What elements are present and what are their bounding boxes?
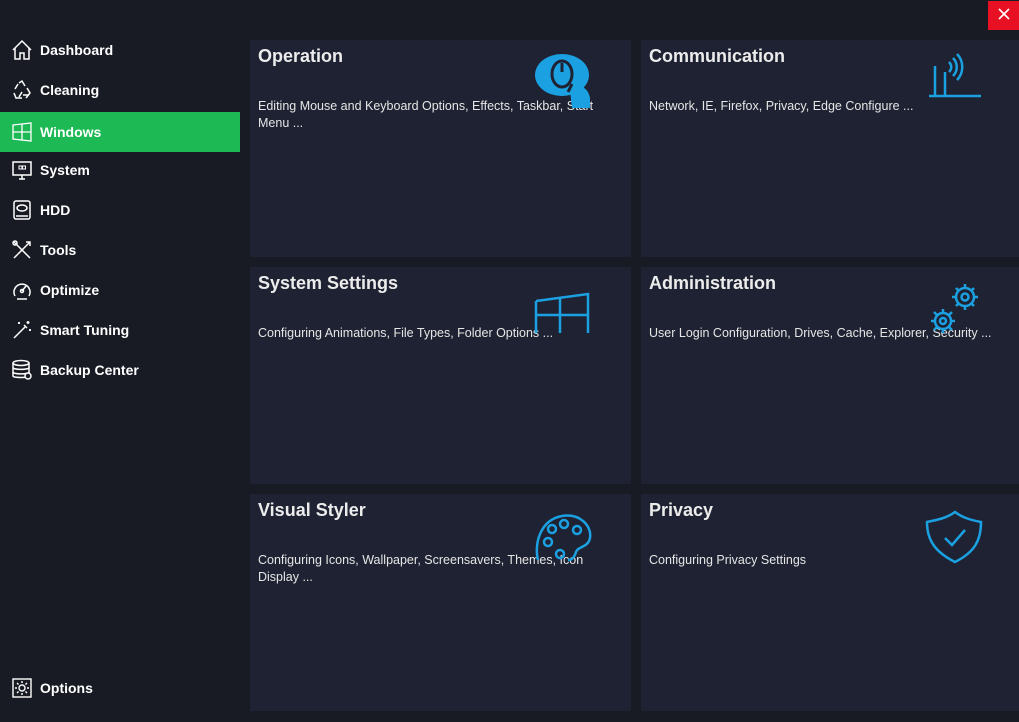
hdd-icon — [10, 198, 34, 222]
sidebar-item-label: HDD — [40, 202, 71, 218]
home-icon — [10, 38, 34, 62]
sidebar-item-label: Smart Tuning — [40, 322, 130, 338]
sidebar-item-backup-center[interactable]: Backup Center — [0, 350, 240, 390]
sidebar-item-dashboard[interactable]: Dashboard — [0, 30, 240, 70]
tile-title: Administration — [649, 273, 777, 293]
sidebar-item-system[interactable]: System — [0, 150, 240, 190]
sidebar-item-optimize[interactable]: Optimize — [0, 270, 240, 310]
sidebar-item-windows[interactable]: Windows — [0, 112, 240, 152]
mouse-icon — [532, 50, 594, 112]
tile-privacy[interactable]: Privacy Configuring Privacy Settings — [641, 494, 1019, 711]
tile-title: Visual Styler — [258, 500, 366, 520]
close-icon — [997, 7, 1010, 25]
sidebar-item-label: Cleaning — [40, 82, 100, 98]
palette-icon — [532, 504, 594, 566]
sidebar-item-label: System — [40, 162, 90, 178]
speedometer-icon — [10, 278, 34, 302]
tile-title: Operation — [258, 46, 344, 66]
sidebar-item-label: Optimize — [40, 282, 100, 298]
sidebar-item-label: Tools — [40, 242, 77, 258]
sidebar-item-tools[interactable]: Tools — [0, 230, 240, 270]
close-button[interactable] — [988, 1, 1019, 30]
tools-icon — [10, 238, 34, 262]
magic-wand-icon — [10, 318, 34, 342]
tile-administration[interactable]: Administration User Login Configuration,… — [641, 267, 1019, 484]
recycle-icon — [10, 78, 34, 102]
tile-title: Communication — [649, 46, 786, 66]
tile-title: System Settings — [258, 273, 399, 293]
sidebar-item-options[interactable]: Options — [0, 668, 240, 708]
router-icon — [923, 50, 985, 112]
monitor-icon — [10, 158, 34, 182]
sidebar-item-cleaning[interactable]: Cleaning — [0, 70, 240, 110]
gears-icon — [923, 277, 985, 339]
windows-logo-icon — [532, 277, 594, 339]
tile-system-settings[interactable]: System Settings Configuring Animations, … — [250, 267, 631, 484]
database-icon — [10, 358, 34, 382]
tile-operation[interactable]: Operation Editing Mouse and Keyboard Opt… — [250, 40, 631, 257]
sidebar-item-smart-tuning[interactable]: Smart Tuning — [0, 310, 240, 350]
sidebar: Dashboard Cleaning Windows System HDD To… — [0, 0, 240, 722]
gear-icon — [10, 676, 34, 700]
tile-communication[interactable]: Communication Network, IE, Firefox, Priv… — [641, 40, 1019, 257]
sidebar-item-hdd[interactable]: HDD — [0, 190, 240, 230]
sidebar-item-label: Backup Center — [40, 362, 139, 378]
tile-title: Privacy — [649, 500, 714, 520]
tile-visual-styler[interactable]: Visual Styler Configuring Icons, Wallpap… — [250, 494, 631, 711]
windows-icon — [10, 120, 34, 144]
sidebar-item-label: Dashboard — [40, 42, 114, 58]
sidebar-item-label: Windows — [40, 124, 102, 140]
shield-check-icon — [923, 504, 985, 566]
options-label: Options — [40, 680, 93, 696]
